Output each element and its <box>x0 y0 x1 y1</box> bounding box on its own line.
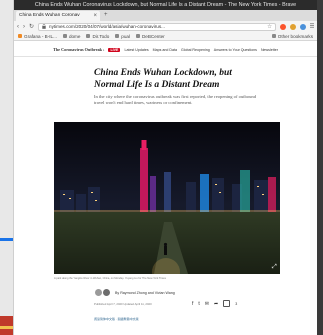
forward-icon[interactable]: › <box>23 24 25 30</box>
byline: By Raymond Zhong and Vivian Wang <box>94 288 175 297</box>
photo-caption: A park along the Yangtze River in Wuhan,… <box>54 277 166 280</box>
bookmark-star-icon[interactable]: ☆ <box>267 24 272 30</box>
new-tab-button[interactable]: + <box>100 10 112 21</box>
folder-icon <box>271 34 276 38</box>
coronavirus-nav-bar: The Coronavirus Outbreak › LIVE Latest U… <box>14 47 317 57</box>
lock-icon <box>42 23 46 30</box>
folder-icon <box>135 34 140 38</box>
reload-icon[interactable]: ↻ <box>29 23 34 30</box>
publish-date: Published April 7, 2020 Updated April 11… <box>94 302 152 306</box>
author-avatar[interactable] <box>102 288 111 297</box>
window-title: China Ends Wuhan Coronavirus Lockdown, b… <box>14 0 317 10</box>
url-text: nytimes.com/2020/04/07/world/asia/wuhan-… <box>49 24 165 29</box>
bookmark-item[interactable]: dome <box>62 34 80 39</box>
menu-icon[interactable] <box>310 23 314 30</box>
live-badge[interactable]: LIVE <box>108 47 121 52</box>
byline-text[interactable]: By Raymond Zhong and Vivian Wang <box>115 291 175 295</box>
nav-link-global-reopening[interactable]: Global Reopening <box>181 48 210 52</box>
back-icon[interactable]: ‹ <box>17 24 19 30</box>
bookmark-item[interactable]: DeBCenter <box>135 34 165 39</box>
tab-label: China Ends Wuhan Coronav <box>19 13 80 18</box>
extension-icon[interactable] <box>300 23 306 30</box>
brave-shield-icon[interactable] <box>280 23 286 30</box>
article-page: The Coronavirus Outbreak › LIVE Latest U… <box>14 41 317 334</box>
article-summary: In the city where the coronavirus outbre… <box>94 94 257 106</box>
desktop-accent <box>0 238 13 241</box>
desktop-accent-stripe <box>0 326 13 329</box>
email-icon[interactable]: ✉ <box>205 301 209 307</box>
twitter-icon[interactable]: t <box>198 301 199 307</box>
navigation-bar: ‹ › ↻ nytimes.com/2020/04/07/world/asia/… <box>14 21 317 32</box>
nav-link-answers[interactable]: Answers to Your Questions <box>214 48 257 52</box>
browser-window: China Ends Wuhan Coronavirus Lockdown, b… <box>14 0 317 335</box>
coronavirus-outbreak-link[interactable]: The Coronavirus Outbreak › <box>53 47 104 52</box>
folder-icon <box>115 34 120 38</box>
forward-icon[interactable]: ➦ <box>214 301 218 307</box>
nav-link-maps-and-data[interactable]: Maps and Data <box>153 48 177 52</box>
desktop-left-edge <box>0 0 14 335</box>
bookmark-item[interactable]: Grafana - B-IL... <box>18 34 57 39</box>
svg-text:⤢: ⤢ <box>272 263 277 270</box>
desktop-right-edge <box>317 0 323 335</box>
bookmarks-bar: Grafana - B-IL... dome Dir.Todo pual DeB… <box>14 32 317 41</box>
translation-links[interactable]: 阅读简体中文版 · 閱讀繁體中文版 <box>94 317 139 321</box>
other-bookmarks[interactable]: Other bookmarks <box>271 34 313 39</box>
comment-count[interactable]: 3 <box>235 302 237 306</box>
article-headline: China Ends Wuhan Lockdown, but Normal Li… <box>94 68 232 90</box>
share-tools: f t ✉ ➦ 3 <box>192 300 237 307</box>
facebook-icon[interactable]: f <box>192 301 193 307</box>
extension-icon[interactable] <box>290 23 296 30</box>
wuhan-night-skyline-image: ⤢ <box>54 122 280 274</box>
tab-bar: China Ends Wuhan Coronav × + <box>14 10 317 21</box>
nav-link-newsletter[interactable]: Newsletter <box>261 48 278 52</box>
close-tab-icon[interactable]: × <box>93 11 97 21</box>
tab-article[interactable]: China Ends Wuhan Coronav × <box>16 11 100 21</box>
bookmark-item[interactable]: pual <box>115 34 130 39</box>
folder-icon <box>86 34 91 38</box>
address-bar[interactable]: nytimes.com/2020/04/07/world/asia/wuhan-… <box>38 22 276 31</box>
grafana-icon <box>18 34 22 38</box>
save-icon[interactable] <box>223 300 231 307</box>
nav-link-latest-updates[interactable]: Latest Updates <box>124 48 148 52</box>
article-photo[interactable]: ⤢ <box>54 122 280 274</box>
bookmark-item[interactable]: Dir.Todo <box>86 34 109 39</box>
folder-icon <box>62 34 67 38</box>
